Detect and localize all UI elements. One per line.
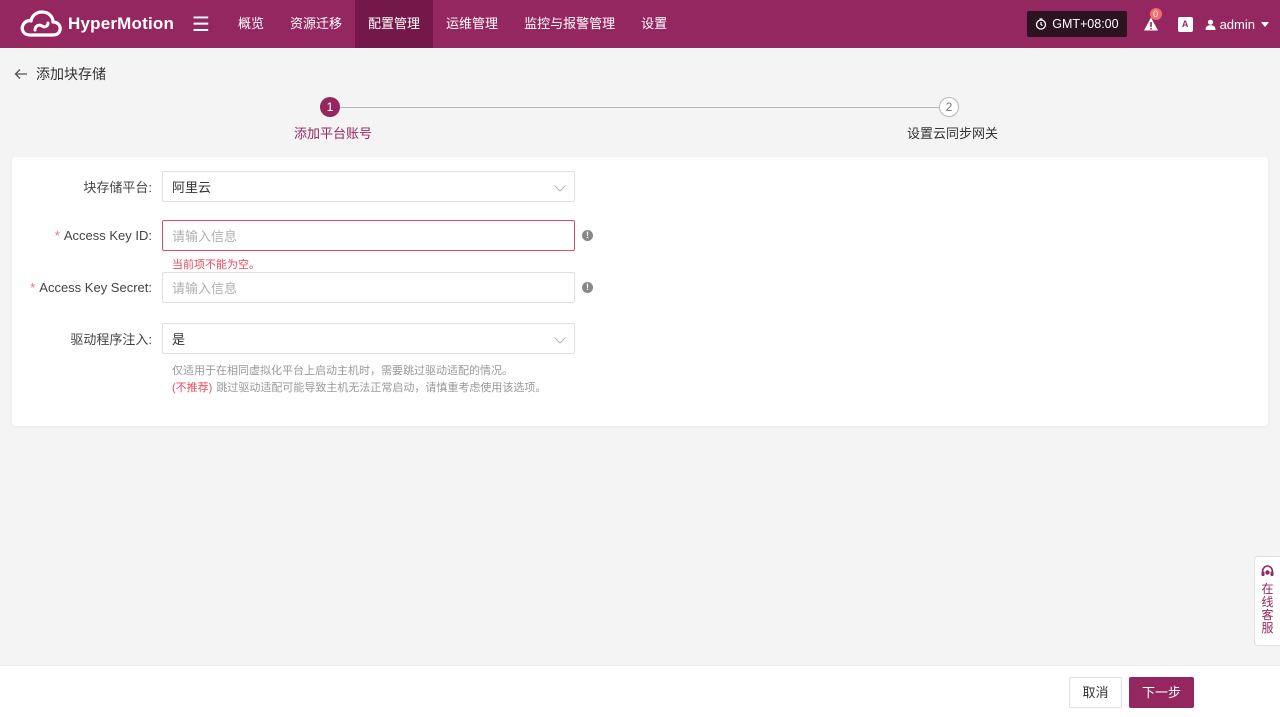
access-key-secret-label-text: Access Key Secret: — [39, 280, 152, 295]
nav-item-ops[interactable]: 运维管理 — [433, 0, 511, 48]
access-key-id-placeholder: 请输入信息 — [172, 229, 238, 244]
alert-count-badge: 0 — [1149, 8, 1162, 20]
required-mark: * — [30, 280, 36, 295]
step-1-circle: 1 — [320, 97, 340, 117]
next-step-button[interactable]: 下一步 — [1129, 677, 1194, 708]
access-key-id-error: 当前项不能为空。 — [172, 259, 260, 271]
access-key-id-input[interactable]: 请输入信息 — [162, 220, 575, 251]
top-navbar: HyperMotion ☰ 概览 资源迁移 配置管理 运维管理 监控与报警管理 … — [0, 0, 1280, 48]
user-menu[interactable]: admin — [1205, 17, 1269, 32]
required-mark: * — [54, 228, 60, 243]
steps-connector — [340, 107, 940, 108]
language-icon[interactable]: A — [1177, 16, 1193, 32]
access-key-secret-row: * Access Key Secret: 请输入信息 ! — [12, 272, 593, 303]
access-key-id-label-text: Access Key ID: — [63, 228, 152, 243]
driver-injection-value: 是 — [172, 332, 186, 347]
driver-help-text: 仅适用于在相同虚拟化平台上启动主机时，需要跳过驱动适配的情况。 — [172, 365, 513, 377]
nav-item-settings[interactable]: 设置 — [628, 0, 680, 48]
access-key-secret-placeholder: 请输入信息 — [172, 281, 238, 296]
platform-row: 块存储平台: 阿里云 — [12, 171, 575, 202]
platform-label: 块存储平台: — [83, 180, 152, 195]
user-icon — [1205, 19, 1216, 30]
step-2-circle: 2 — [939, 97, 959, 117]
caret-down-icon — [1261, 21, 1269, 27]
brand-name: HyperMotion — [68, 14, 175, 33]
headset-icon — [1261, 565, 1274, 576]
driver-warning-detail: 跳过驱动适配可能导致主机无法正常启动，请慎重考虑使用该选项。 — [216, 382, 547, 394]
footer-bar: 取消 下一步 — [0, 665, 1280, 717]
username: admin — [1219, 16, 1255, 32]
timezone-button[interactable]: GMT+08:00 — [1027, 11, 1127, 37]
form-card: 块存储平台: 阿里云 * Access Key ID: 请输入信息 ! 当前项不能… — [12, 157, 1268, 426]
driver-warning-text: (不推荐) 跳过驱动适配可能导致主机无法正常启动，请慎重考虑使用该选项。 — [172, 379, 546, 395]
menu-toggle-icon[interactable]: ☰ — [188, 12, 214, 37]
platform-value: 阿里云 — [172, 180, 212, 195]
access-key-id-row: * Access Key ID: 请输入信息 ! — [12, 220, 593, 251]
online-service-widget[interactable]: 在线客服 — [1254, 556, 1280, 646]
back-arrow-icon[interactable] — [14, 67, 28, 81]
driver-injection-label: 驱动程序注入: — [70, 332, 152, 347]
access-key-id-info-icon[interactable]: ! — [582, 230, 593, 241]
chevron-down-icon — [554, 180, 566, 192]
access-key-secret-info-icon[interactable]: ! — [582, 282, 593, 293]
access-key-secret-label: * Access Key Secret: — [12, 280, 162, 295]
nav-item-config[interactable]: 配置管理 — [355, 0, 434, 48]
cancel-button[interactable]: 取消 — [1069, 677, 1122, 708]
access-key-id-label: * Access Key ID: — [12, 228, 162, 243]
alert-button[interactable]: 0 — [1143, 8, 1162, 32]
driver-injection-select[interactable]: 是 — [162, 323, 575, 354]
nav-item-overview[interactable]: 概览 — [225, 0, 277, 48]
timer-icon — [1036, 18, 1047, 30]
online-service-label: 在线客服 — [1261, 582, 1274, 635]
driver-injection-row: 驱动程序注入: 是 — [12, 323, 575, 354]
nav-item-monitoring[interactable]: 监控与报警管理 — [511, 0, 628, 48]
topbar-right: GMT+08:00 0 A admin — [1027, 0, 1280, 48]
timezone-label: GMT+08:00 — [1052, 17, 1119, 31]
brand-logo[interactable]: HyperMotion — [18, 7, 186, 41]
step-1-label: 添加平台账号 — [294, 126, 373, 141]
chevron-down-icon — [554, 332, 566, 344]
not-recommended-tag: (不推荐) — [172, 382, 213, 394]
page-header: 添加块存储 — [14, 64, 106, 84]
page-title: 添加块存储 — [36, 66, 106, 82]
main-nav: 概览 资源迁移 配置管理 运维管理 监控与报警管理 设置 — [225, 0, 680, 48]
step-2-label: 设置云同步网关 — [907, 126, 999, 141]
cloud-logo-icon — [20, 10, 62, 37]
platform-select[interactable]: 阿里云 — [162, 171, 575, 202]
access-key-secret-input[interactable]: 请输入信息 — [162, 272, 575, 303]
nav-item-migration[interactable]: 资源迁移 — [277, 0, 355, 48]
